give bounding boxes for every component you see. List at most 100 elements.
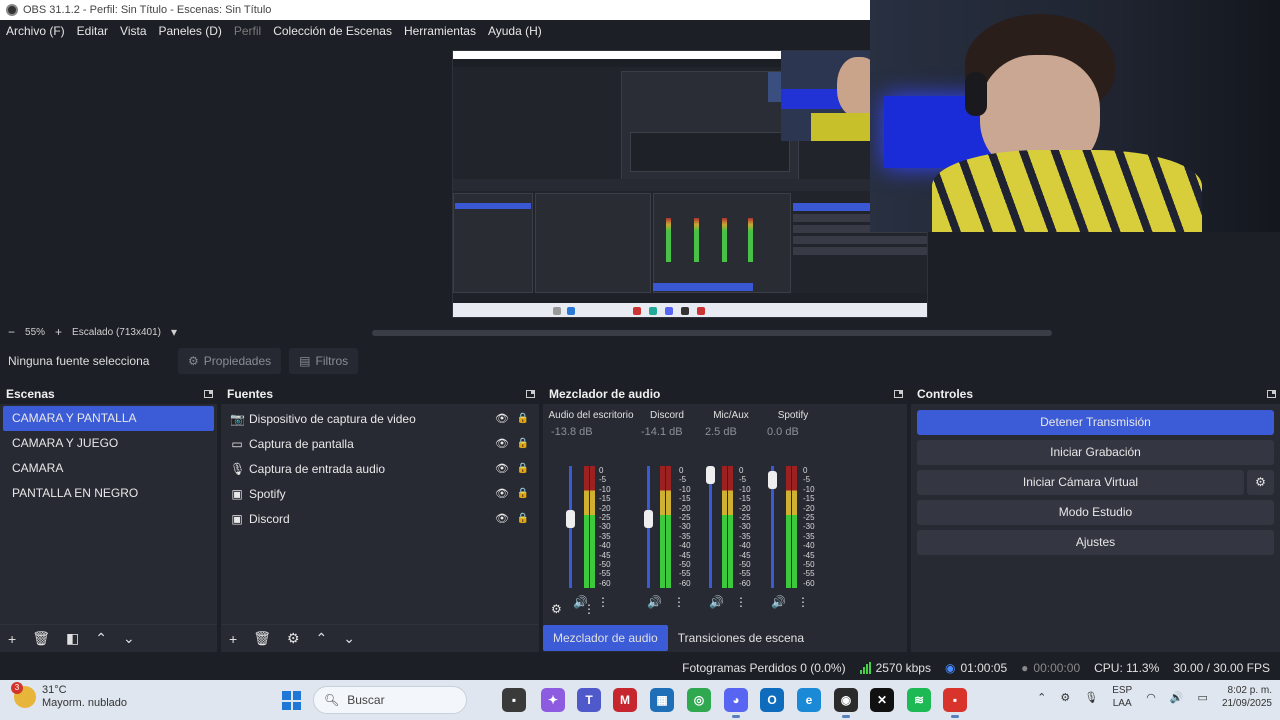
menu-edit[interactable]: Editar [77,24,108,38]
scene-item[interactable]: CAMARA Y PANTALLA [3,406,214,431]
volume-icon[interactable]: 🔊 [1170,691,1184,704]
virtual-camera-settings-icon[interactable]: ⚙ [1247,470,1274,495]
chevron-up-icon[interactable]: ⌃ [95,630,107,647]
scale-dropdown-icon[interactable]: ▾ [171,325,177,339]
menu-view[interactable]: Vista [120,24,146,38]
lock-icon[interactable]: 🔒 [517,488,529,499]
source-item[interactable]: ▣ Spotify 👁 🔒 [221,481,539,506]
windows-start-icon[interactable] [282,691,301,710]
volume-slider-thumb[interactable] [706,466,715,484]
advanced-audio-gear-icon[interactable]: ⚙ [551,602,562,616]
edge-icon[interactable]: e [797,688,821,712]
chevron-down-icon[interactable]: ⌄ [343,630,355,647]
source-item[interactable]: 🎙 Captura de entrada audio 👁 🔒 [221,456,539,481]
zoom-out-button[interactable]: − [8,325,15,339]
wifi-icon[interactable]: ◠ [1146,691,1156,704]
undock-icon[interactable] [1267,390,1276,398]
lock-icon[interactable]: 🔒 [517,463,529,474]
network-settings-icon[interactable]: ⚙ [1060,691,1070,704]
date: 21/09/2025 [1221,698,1272,709]
capcut-icon[interactable]: ✕ [870,688,894,712]
gear-icon[interactable]: ⚙ [287,630,300,647]
windows-taskbar: 3 31°C Mayorm. nublado 🔍︎ Buscar ▪ ✦ T M… [0,680,1280,720]
stop-streaming-button[interactable]: Detener Transmisión [917,410,1274,435]
chevron-down-icon[interactable]: ⌄ [123,630,135,647]
source-item[interactable]: ▣ Discord 👁 🔒 [221,506,539,531]
unlock-icon[interactable]: 🔒 [517,413,529,424]
volume-slider[interactable] [709,466,712,588]
speaker-icon[interactable]: 🔊 [771,595,786,609]
speaker-icon[interactable]: 🔊 [647,595,662,609]
more-options-icon[interactable]: ⋮ [735,595,747,609]
start-virtual-camera-button[interactable]: Iniciar Cámara Virtual [917,470,1244,495]
studio-mode-button[interactable]: Modo Estudio [917,500,1274,525]
trash-icon[interactable]: 🗑 [32,630,50,647]
outlook-icon[interactable]: O [760,688,784,712]
more-options-icon[interactable]: ⋮ [797,595,809,609]
camera-icon: 📷 [230,411,245,426]
trash-icon[interactable]: 🗑 [253,630,271,647]
microsoft-store-icon[interactable]: ▦ [650,688,674,712]
taskbar-search[interactable]: 🔍︎ Buscar [313,686,467,714]
volume-slider-thumb[interactable] [566,509,575,528]
discord-icon[interactable]: ◕ [724,688,748,718]
add-scene-icon[interactable]: + [8,631,16,647]
battery-icon[interactable]: ▭ [1198,691,1208,704]
scene-item[interactable]: CAMARA Y JUEGO [3,431,214,456]
chevron-up-icon[interactable]: ⌃ [1037,691,1046,704]
source-item[interactable]: ▭ Captura de pantalla 👁 🔒 [221,431,539,456]
menu-profile[interactable]: Perfil [234,24,261,38]
lock-icon[interactable]: 🔒 [517,438,529,449]
clock[interactable]: 8:02 p. m. 21/09/2025 [1222,684,1272,710]
scene-filters-icon[interactable]: ◧ [66,630,79,647]
undock-icon[interactable] [526,390,535,398]
menu-file[interactable]: Archivo (F) [6,24,65,38]
eye-icon[interactable]: 👁 [495,412,509,425]
zoom-in-button[interactable]: + [55,325,62,339]
stream-timer: ◉ 01:00:05 [945,661,1007,675]
scene-item[interactable]: PANTALLA EN NEGRO [3,481,214,506]
filters-button[interactable]: ▤ Filtros [289,348,359,374]
properties-button[interactable]: ⚙ Propiedades [178,348,282,374]
speaker-icon[interactable]: 🔊 [709,595,724,609]
volume-slider-thumb[interactable] [644,509,653,528]
more-options-icon[interactable]: ⋮ [597,595,609,609]
notification-badge: 3 [11,682,23,694]
start-recording-button[interactable]: Iniciar Grabación [917,440,1274,465]
volume-slider-thumb[interactable] [768,471,777,490]
preview-scrollbar[interactable] [372,330,1052,336]
mcafee-icon[interactable]: M [613,688,637,712]
task-view-icon[interactable]: ▪ [502,688,526,712]
spotify-icon[interactable]: ≋ [907,688,931,712]
obs-app-icon[interactable]: ◉ [834,688,858,718]
eye-icon[interactable]: 👁 [495,512,509,525]
roblox-icon[interactable]: ▪ [943,688,967,718]
settings-button[interactable]: Ajustes [917,530,1274,555]
add-source-icon[interactable]: + [229,631,237,647]
eye-icon[interactable]: 👁 [495,487,509,500]
zoom-controls: − 55% + Escalado (713x401) ▾ [0,324,177,340]
eye-icon[interactable]: 👁 [495,437,509,450]
language-indicator[interactable]: ESP LAA [1112,684,1132,710]
undock-icon[interactable] [204,390,213,398]
weather-widget[interactable]: 3 31°C Mayorm. nublado [11,682,127,710]
teams-icon[interactable]: T [577,688,601,712]
eye-icon[interactable]: 👁 [495,462,509,475]
menu-docks[interactable]: Paneles (D) [159,24,222,38]
scene-item[interactable]: CAMARA [3,456,214,481]
more-options-icon[interactable]: ⋮ [583,602,595,616]
undock-icon[interactable] [894,390,903,398]
source-label: Spotify [249,486,286,501]
lock-icon[interactable]: 🔒 [517,513,529,524]
source-item[interactable]: 📷 Dispositivo de captura de video 👁 🔒 [221,406,539,431]
tab-audio-mixer[interactable]: Mezclador de audio [543,625,668,651]
menu-tools[interactable]: Herramientas [404,24,476,38]
chrome-icon[interactable]: ◎ [687,688,711,712]
menu-scene-collection[interactable]: Colección de Escenas [273,24,392,38]
microphone-icon[interactable]: 🎙 [1084,691,1098,704]
menu-help[interactable]: Ayuda (H) [488,24,542,38]
more-options-icon[interactable]: ⋮ [673,595,685,609]
copilot-icon[interactable]: ✦ [541,688,565,712]
tab-scene-transitions[interactable]: Transiciones de escena [668,625,814,651]
chevron-up-icon[interactable]: ⌃ [316,630,328,647]
